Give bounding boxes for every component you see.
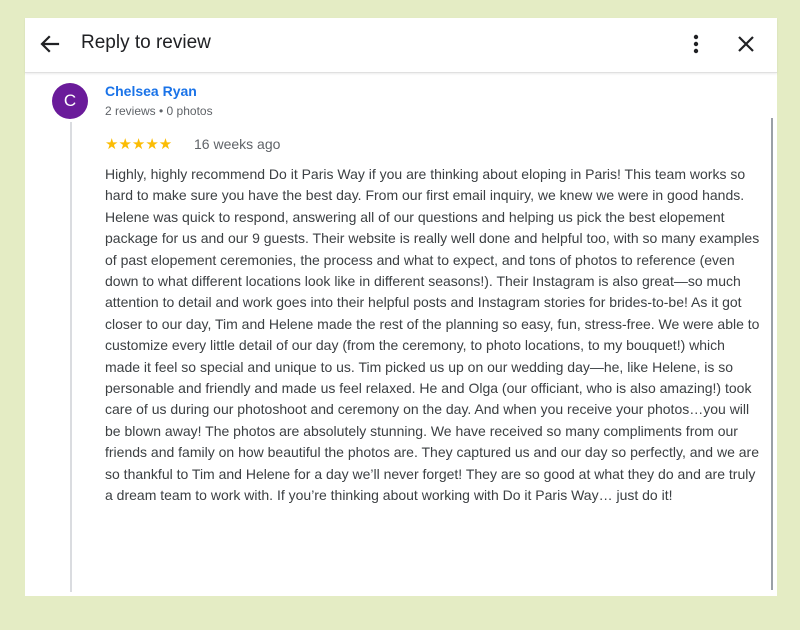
- close-icon: [738, 36, 754, 52]
- thread-divider: [70, 122, 72, 592]
- more-options-button[interactable]: [684, 31, 708, 57]
- star-rating: ★★★★★: [105, 136, 173, 153]
- review-time: 16 weeks ago: [194, 136, 281, 152]
- back-button[interactable]: [37, 31, 63, 57]
- arrow-back-icon: [40, 35, 60, 53]
- scrollbar[interactable]: [771, 118, 773, 590]
- panel-header: Reply to review: [25, 18, 777, 73]
- review-text: Highly, highly recommend Do it Paris Way…: [105, 166, 760, 504]
- more-vert-icon: [693, 34, 699, 54]
- reply-to-review-panel: Reply to review C Chelsea Ryan 2 reviews…: [25, 18, 777, 596]
- page-title: Reply to review: [81, 32, 211, 53]
- reviewer-meta: 2 reviews • 0 photos: [105, 104, 213, 118]
- close-button[interactable]: [733, 31, 759, 57]
- avatar[interactable]: C: [52, 83, 88, 119]
- reviewer-name[interactable]: Chelsea Ryan: [105, 83, 197, 99]
